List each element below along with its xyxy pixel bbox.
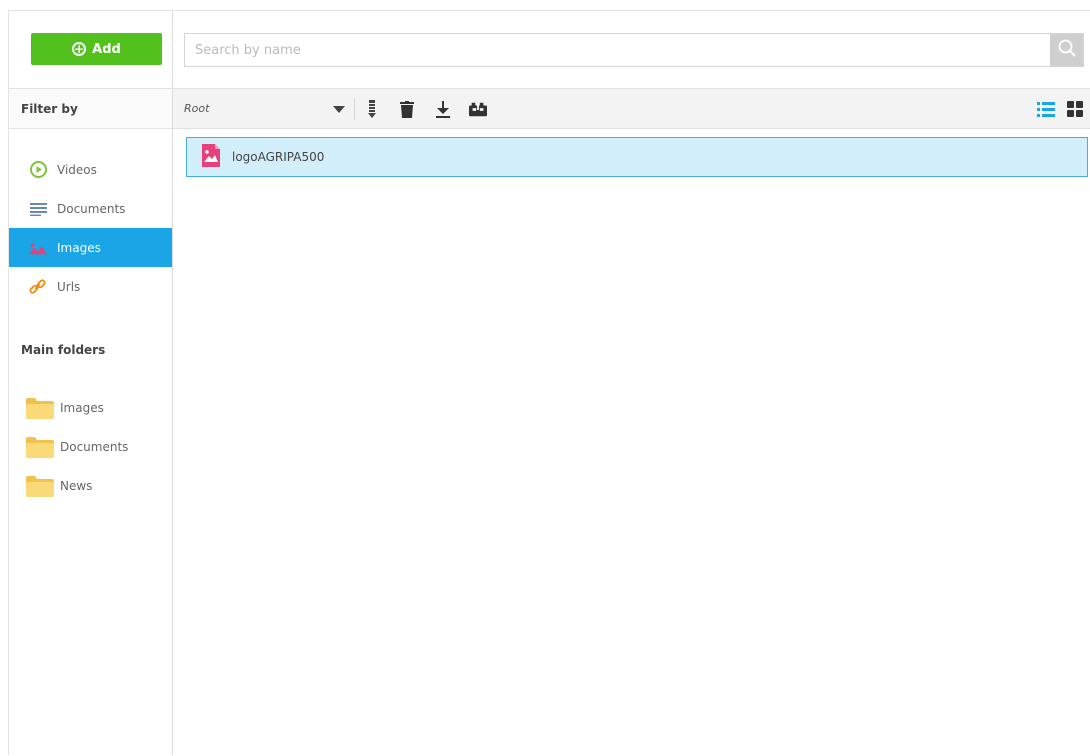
search-input[interactable]	[185, 33, 1050, 67]
folder-icon	[26, 475, 54, 497]
file-row[interactable]: logoAGRIPA500	[186, 137, 1088, 177]
search-button[interactable]	[1050, 34, 1083, 66]
sidebar: + Add Filter by Videos Documents Images	[9, 11, 173, 755]
caret-down-icon[interactable]	[333, 103, 345, 118]
plus-circle-icon: +	[72, 42, 87, 56]
search-icon	[1058, 39, 1076, 61]
media-manager: + Add Filter by Videos Documents Images	[8, 10, 1090, 755]
folder-label: Images	[60, 401, 104, 415]
toolbar-divider	[354, 98, 355, 120]
folder-icon	[26, 436, 54, 458]
folder-item-images[interactable]: Images	[9, 390, 172, 426]
play-circle-icon	[29, 161, 47, 179]
folder-icon	[26, 397, 54, 419]
folder-item-documents[interactable]: Documents	[9, 429, 172, 465]
filter-item-label: Documents	[57, 201, 126, 216]
filter-item-videos[interactable]: Videos	[9, 150, 172, 189]
download-icon[interactable]	[434, 99, 452, 119]
filter-item-documents[interactable]: Documents	[9, 189, 172, 228]
grid-view-icon[interactable]	[1066, 99, 1084, 119]
folder-label: Documents	[60, 440, 129, 454]
breadcrumb[interactable]: Root	[184, 89, 209, 128]
unzip-icon[interactable]	[469, 99, 487, 119]
filter-item-images[interactable]: Images	[9, 228, 172, 267]
file-list: logoAGRIPA500	[173, 129, 1090, 756]
main-folders-title: Main folders	[21, 343, 106, 357]
move-icon[interactable]	[363, 99, 381, 119]
add-button[interactable]: + Add	[31, 33, 162, 65]
list-view-icon[interactable]	[1037, 99, 1055, 119]
toolbar: Root	[173, 88, 1090, 129]
file-name: logoAGRIPA500	[232, 150, 325, 164]
add-button-label: Add	[92, 41, 121, 57]
search-bar	[184, 33, 1084, 67]
filter-item-label: Urls	[57, 279, 81, 294]
folder-label: News	[60, 479, 93, 493]
folder-item-news[interactable]: News	[9, 468, 172, 504]
image-icon	[29, 239, 47, 257]
filter-by-title: Filter by	[9, 88, 172, 129]
filter-item-label: Images	[57, 240, 101, 255]
link-icon	[29, 278, 47, 296]
filter-by-label: Filter by	[21, 101, 78, 116]
breadcrumb-root[interactable]: Root	[184, 102, 209, 115]
lines-icon	[29, 200, 47, 218]
trash-icon[interactable]	[398, 99, 416, 119]
image-file-icon	[202, 143, 220, 171]
filter-item-label: Videos	[57, 162, 97, 177]
filter-item-urls[interactable]: Urls	[9, 267, 172, 306]
